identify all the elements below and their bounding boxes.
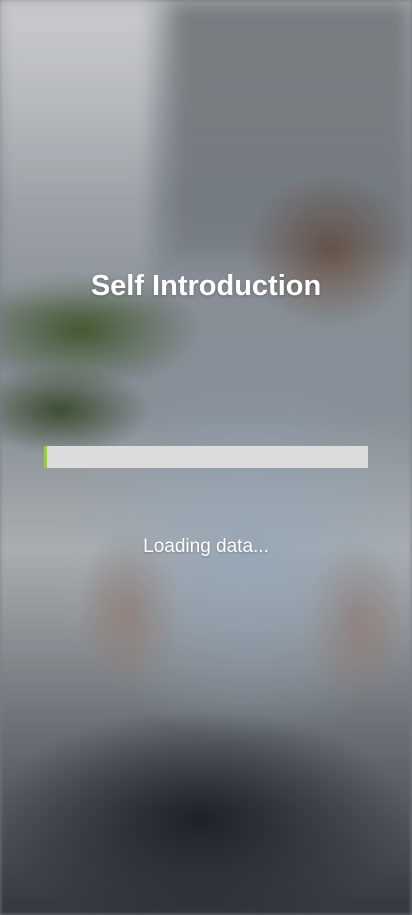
loading-status-text: Loading data... xyxy=(143,536,269,557)
loading-progress-fill xyxy=(44,446,48,468)
loading-progress-bar xyxy=(44,446,368,468)
page-title: Self Introduction xyxy=(90,270,322,302)
